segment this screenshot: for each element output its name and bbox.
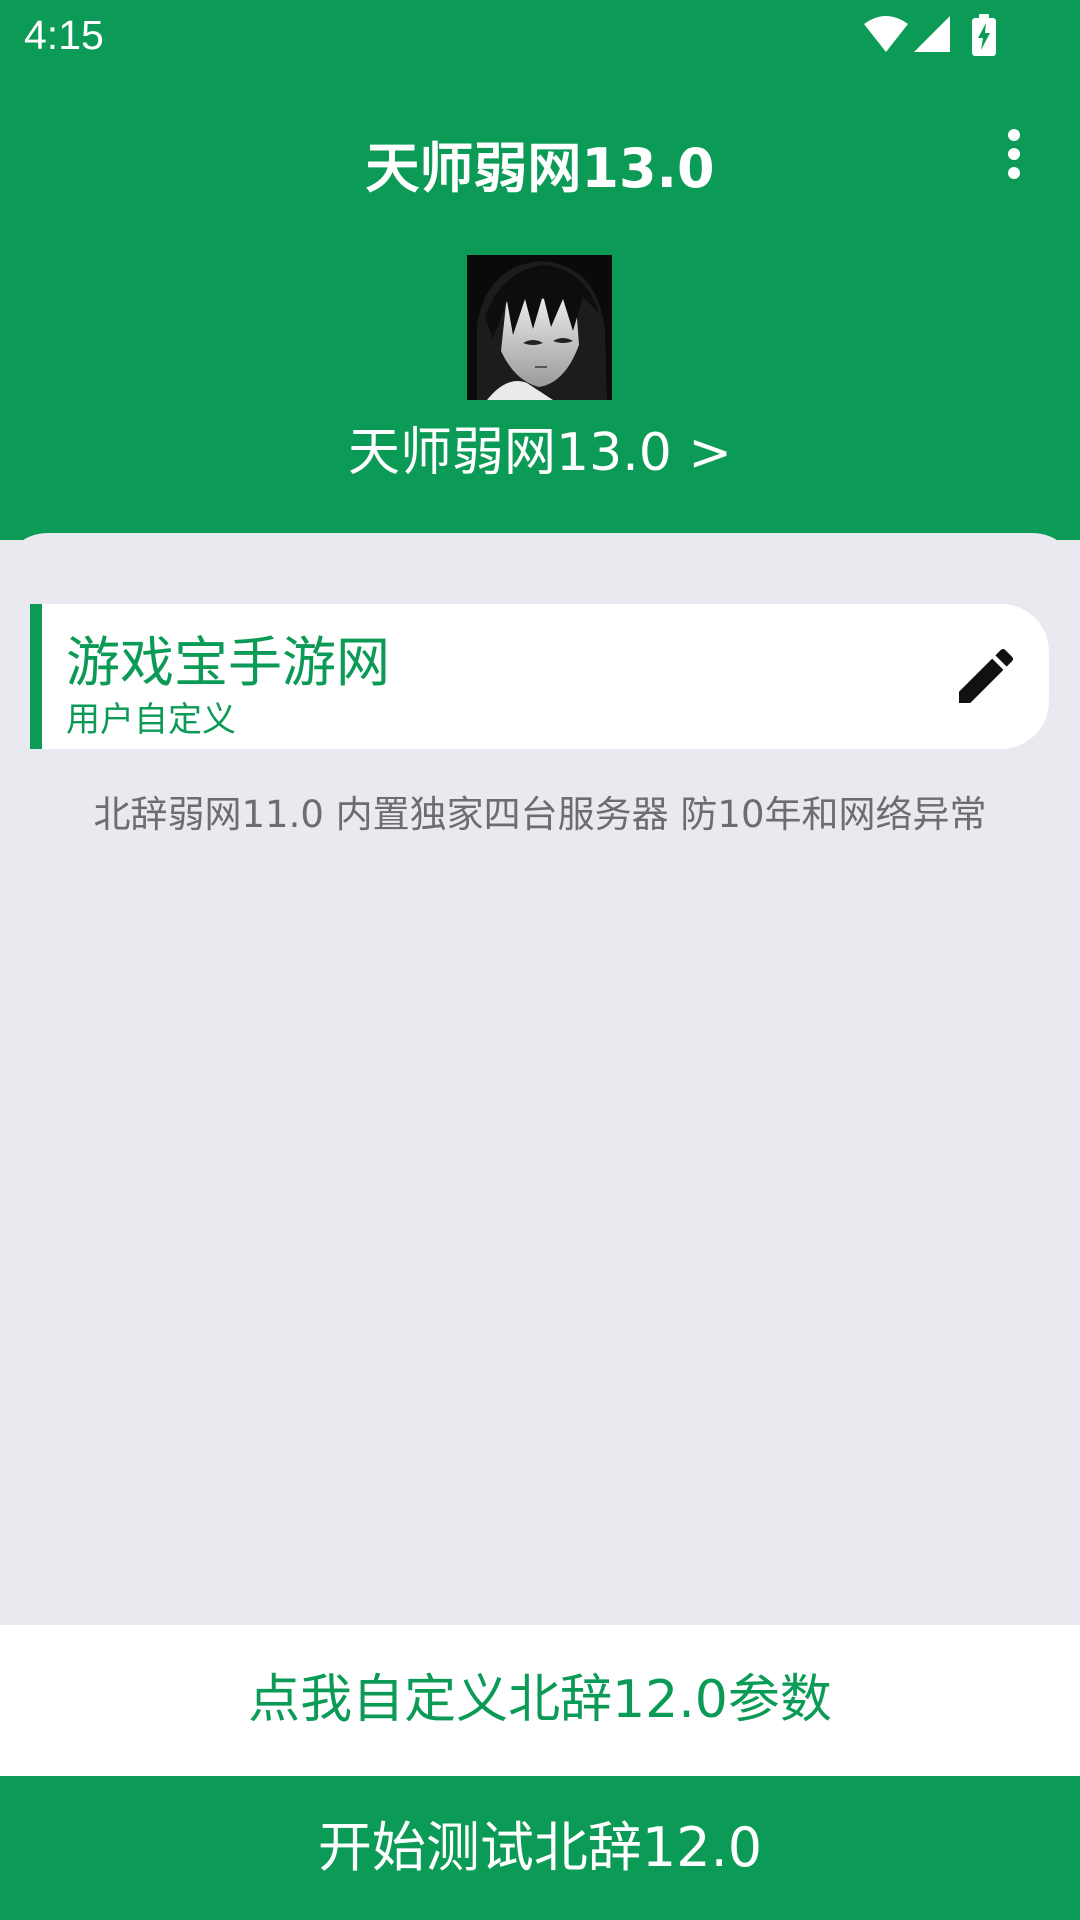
more-vert-icon <box>1008 129 1020 179</box>
app-title: 天师弱网13.0 <box>365 137 715 200</box>
app-bar: 天师弱网13.0 <box>0 76 1080 236</box>
battery-charging-icon <box>970 14 998 62</box>
status-bar: 4:15 <box>0 0 1080 76</box>
description-text: 北辞弱网11.0 内置独家四台服务器 防10年和网络异常 <box>93 793 987 836</box>
edit-button[interactable] <box>950 640 1022 712</box>
card-title: 游戏宝手游网 <box>66 631 390 694</box>
wifi-icon <box>862 14 910 60</box>
signal-icon <box>912 14 952 60</box>
edit-pencil-icon <box>959 648 1014 703</box>
card-subtitle: 用户自定义 <box>66 700 236 740</box>
anime-avatar-image <box>467 255 612 400</box>
custom-params-button[interactable]: 点我自定义北辞12.0参数 <box>0 1625 1080 1776</box>
mode-card[interactable]: 游戏宝手游网 用户自定义 <box>30 604 1049 749</box>
card-accent-bar <box>30 604 42 749</box>
more-options-button[interactable] <box>984 124 1044 184</box>
profile-name-link[interactable]: 天师弱网13.0 > <box>0 410 1080 485</box>
status-time: 4:15 <box>24 12 104 58</box>
avatar[interactable] <box>467 255 612 400</box>
start-test-button[interactable]: 开始测试北辞12.0 <box>0 1776 1080 1920</box>
header-background: 4:15 天师弱网13.0 天师弱网13.0 > <box>0 0 1080 540</box>
